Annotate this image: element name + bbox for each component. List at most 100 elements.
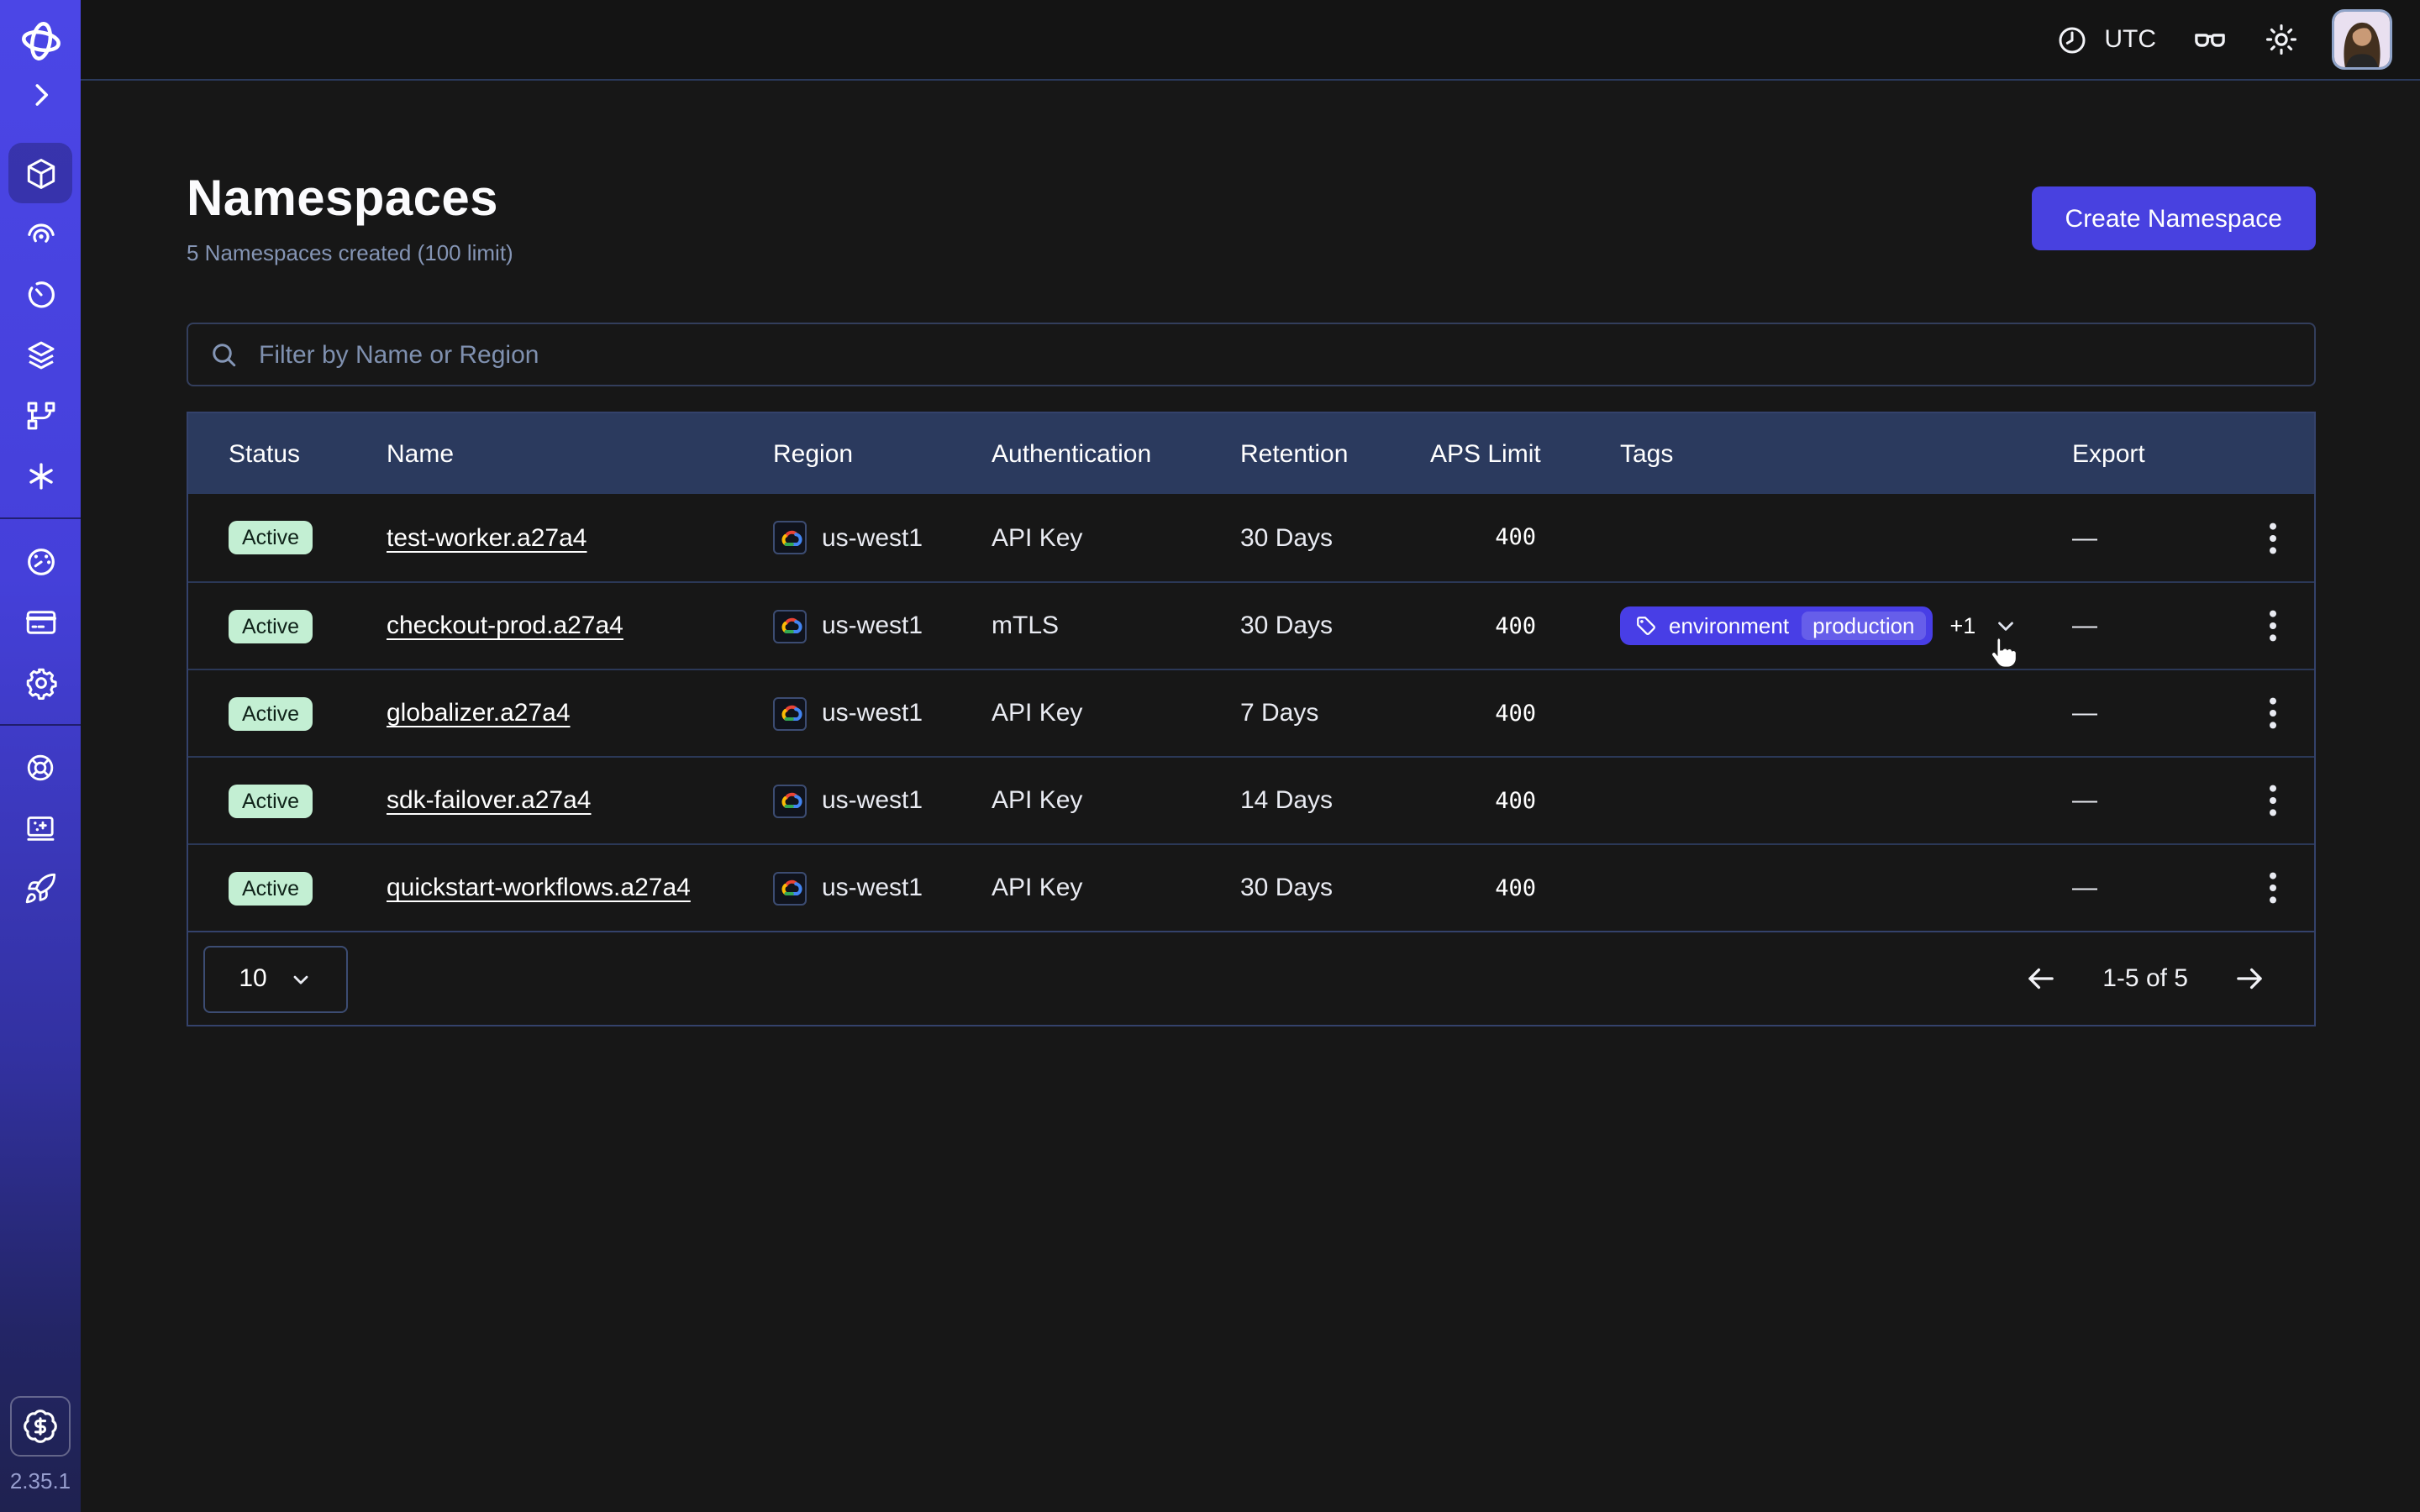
sidebar-item-docs[interactable] bbox=[8, 798, 72, 858]
page-size-value: 10 bbox=[239, 964, 266, 993]
sidebar-item-schedules[interactable] bbox=[8, 264, 72, 324]
sidebar-item-namespaces[interactable] bbox=[8, 143, 72, 203]
theme-toggle[interactable] bbox=[2264, 22, 2299, 57]
row-actions-button[interactable] bbox=[2259, 515, 2287, 560]
row-actions-button[interactable] bbox=[2259, 865, 2287, 911]
export-cell: — bbox=[2072, 523, 2212, 552]
col-export: Export bbox=[2072, 439, 2212, 468]
pager: 1-5 of 5 bbox=[2023, 961, 2267, 996]
namespace-link[interactable]: checkout-prod.a27a4 bbox=[387, 612, 623, 640]
namespace-link[interactable]: test-worker.a27a4 bbox=[387, 523, 587, 552]
sidebar-item-deployments[interactable] bbox=[8, 324, 72, 385]
filter-input[interactable] bbox=[255, 339, 2294, 370]
asterisk-icon bbox=[23, 458, 58, 493]
status-badge: Active bbox=[229, 521, 313, 554]
sidebar-nav-help bbox=[8, 738, 72, 919]
timezone-selector[interactable]: UTC bbox=[2055, 23, 2156, 56]
life-ring-icon bbox=[24, 751, 57, 785]
row-actions-button[interactable] bbox=[2259, 778, 2287, 823]
tags-cell: environment production +1 bbox=[1536, 606, 2072, 645]
page-title: Namespaces bbox=[187, 171, 513, 228]
region-label: us-west1 bbox=[822, 523, 923, 552]
col-authentication: Authentication bbox=[992, 439, 1240, 468]
sidebar-expand-button[interactable] bbox=[24, 79, 56, 111]
status-badge: Active bbox=[229, 696, 313, 730]
timezone-label: UTC bbox=[2104, 25, 2156, 54]
credits-button[interactable] bbox=[10, 1396, 71, 1457]
app-root: 2.35.1 UTC bbox=[0, 0, 2420, 1512]
col-tags: Tags bbox=[1536, 439, 2072, 468]
aps-cell: 400 bbox=[1430, 700, 1536, 727]
region-label: us-west1 bbox=[822, 874, 923, 902]
region-cell: us-west1 bbox=[773, 521, 992, 554]
table-row: Active checkout-prod.a27a4 us-west1 mTLS… bbox=[188, 581, 2314, 669]
status-badge: Active bbox=[229, 609, 313, 643]
labs-toggle[interactable] bbox=[2191, 21, 2228, 58]
region-cell: us-west1 bbox=[773, 609, 992, 643]
row-actions-button[interactable] bbox=[2259, 690, 2287, 736]
table-row: Active globalizer.a27a4 us-west1 API Key… bbox=[188, 669, 2314, 756]
gcp-cloud-icon bbox=[773, 609, 807, 643]
page-subtitle: 5 Namespaces created (100 limit) bbox=[187, 240, 513, 265]
status-cell: Active bbox=[229, 696, 387, 730]
namespaces-table: Status Name Region Authentication Retent… bbox=[187, 412, 2316, 1026]
namespace-link[interactable]: quickstart-workflows.a27a4 bbox=[387, 874, 691, 902]
table-body: Active test-worker.a27a4 us-west1 API Ke… bbox=[188, 494, 2314, 931]
sidebar-item-usage[interactable] bbox=[8, 531, 72, 591]
tag-more-count[interactable]: +1 bbox=[1950, 613, 1976, 638]
page-size-select[interactable]: 10 bbox=[203, 945, 348, 1012]
name-cell: test-worker.a27a4 bbox=[387, 523, 773, 552]
sidebar-item-batch[interactable] bbox=[8, 445, 72, 506]
sidebar-divider bbox=[0, 724, 81, 726]
auth-cell: API Key bbox=[992, 786, 1240, 815]
export-cell: — bbox=[2072, 786, 2212, 815]
auth-cell: mTLS bbox=[992, 612, 1240, 640]
status-badge: Active bbox=[229, 871, 313, 905]
namespace-link[interactable]: sdk-failover.a27a4 bbox=[387, 786, 592, 815]
region-label: us-west1 bbox=[822, 699, 923, 727]
clock-icon bbox=[2055, 23, 2089, 56]
sidebar-item-support[interactable] bbox=[8, 738, 72, 798]
gauge-icon bbox=[23, 543, 58, 579]
sidebar-item-nexus[interactable] bbox=[8, 385, 72, 445]
name-cell: quickstart-workflows.a27a4 bbox=[387, 874, 773, 902]
sidebar-item-workflows[interactable] bbox=[8, 203, 72, 264]
col-retention: Retention bbox=[1240, 439, 1430, 468]
chevron-right-icon bbox=[24, 79, 56, 111]
filter-bar bbox=[187, 323, 2316, 386]
topbar: UTC bbox=[81, 0, 2420, 81]
create-namespace-button[interactable]: Create Namespace bbox=[2032, 186, 2316, 250]
retention-cell: 30 Days bbox=[1240, 523, 1430, 552]
tag-value: production bbox=[1801, 612, 1926, 640]
region-cell: us-west1 bbox=[773, 871, 992, 905]
prev-page-button[interactable] bbox=[2023, 961, 2059, 996]
gcp-cloud-icon bbox=[773, 696, 807, 730]
tag-pill[interactable]: environment production bbox=[1620, 606, 1933, 645]
region-cell: us-west1 bbox=[773, 784, 992, 817]
row-actions-button[interactable] bbox=[2259, 603, 2287, 648]
eye-spiral-icon bbox=[23, 216, 58, 251]
col-aps-limit: APS Limit bbox=[1430, 439, 1536, 468]
gcp-cloud-icon bbox=[773, 784, 807, 817]
sidebar-item-billing[interactable] bbox=[8, 591, 72, 652]
auth-cell: API Key bbox=[992, 523, 1240, 552]
export-cell: — bbox=[2072, 874, 2212, 902]
chevron-down-icon[interactable] bbox=[1992, 613, 2018, 638]
export-cell: — bbox=[2072, 612, 2212, 640]
avatar[interactable] bbox=[2334, 12, 2390, 67]
namespace-link[interactable]: globalizer.a27a4 bbox=[387, 699, 571, 727]
aps-cell: 400 bbox=[1430, 787, 1536, 814]
sidebar-nav-primary bbox=[8, 143, 72, 506]
region-cell: us-west1 bbox=[773, 696, 992, 730]
gcp-cloud-icon bbox=[773, 871, 807, 905]
sidebar-item-settings[interactable] bbox=[8, 652, 72, 712]
name-cell: globalizer.a27a4 bbox=[387, 699, 773, 727]
temporal-logo[interactable] bbox=[18, 18, 63, 64]
next-page-button[interactable] bbox=[2232, 961, 2267, 996]
main-content: Namespaces 5 Namespaces created (100 lim… bbox=[81, 81, 2420, 1512]
sun-icon bbox=[2264, 22, 2299, 57]
auth-cell: API Key bbox=[992, 874, 1240, 902]
credit-card-icon bbox=[23, 604, 58, 639]
rocket-icon bbox=[24, 872, 57, 906]
sidebar-item-getting-started[interactable] bbox=[8, 858, 72, 919]
